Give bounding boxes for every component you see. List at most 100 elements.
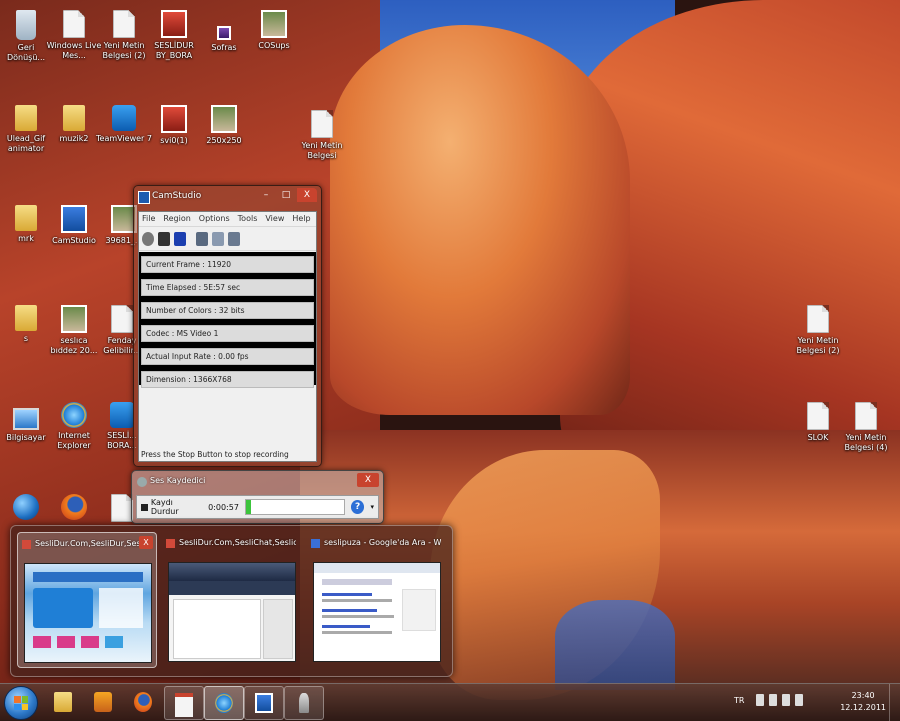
menu-tools[interactable]: Tools bbox=[238, 212, 258, 226]
taskbar-internet-explorer[interactable] bbox=[204, 686, 244, 720]
start-button[interactable] bbox=[4, 686, 38, 720]
taskbar-camstudio[interactable] bbox=[244, 686, 284, 720]
thumbnail-preview-image bbox=[24, 563, 152, 663]
shortcut-icon bbox=[161, 10, 187, 38]
menu-file[interactable]: File bbox=[142, 212, 155, 226]
desktop-icon-windows-live[interactable]: Windows Live Mes... bbox=[46, 10, 102, 61]
menu-region[interactable]: Region bbox=[163, 212, 190, 226]
desktop-icon-label: Windows Live Mes... bbox=[46, 41, 102, 60]
stat-colors: Number of Colors : 32 bits bbox=[141, 302, 314, 319]
minimize-button[interactable]: – bbox=[257, 188, 275, 202]
settings-icon[interactable] bbox=[228, 231, 240, 246]
close-button[interactable]: X bbox=[297, 188, 317, 202]
menu-view[interactable]: View bbox=[265, 212, 284, 226]
desktop-icon-label: TeamViewer 7 bbox=[96, 134, 152, 143]
desktop-icon-svi[interactable]: svi0(1) bbox=[146, 105, 202, 146]
teamviewer-icon bbox=[112, 105, 136, 131]
taskbar-explorer[interactable] bbox=[44, 686, 82, 718]
window-client: File Region Options Tools View Help Curr… bbox=[138, 211, 317, 462]
shortcut-icon bbox=[161, 105, 187, 133]
stop-button[interactable] bbox=[174, 231, 186, 246]
clock[interactable]: 23:40 12.12.2011 bbox=[840, 690, 886, 714]
desktop-icon-label: Yeni Metin Belgesi (4) bbox=[844, 433, 888, 452]
clock-time: 23:40 bbox=[851, 691, 875, 700]
action-center-icon[interactable] bbox=[769, 694, 777, 706]
desktop-icon-text-doc-2b[interactable]: Yeni Metin Belgesi (2) bbox=[790, 305, 846, 356]
photo-icon bbox=[61, 305, 87, 333]
document-icon bbox=[807, 305, 829, 333]
close-button[interactable]: X bbox=[357, 473, 379, 487]
network-icon[interactable] bbox=[782, 694, 790, 706]
taskbar: TR 23:40 12.12.2011 bbox=[0, 683, 900, 721]
desktop-icon-text-doc[interactable]: Yeni Metin Belgesi bbox=[294, 110, 350, 161]
desktop-icon-label: Bilgisayar bbox=[6, 433, 46, 442]
desktop-icon-label: Yeni Metin Belgesi bbox=[301, 141, 343, 160]
taskbar-media-player[interactable] bbox=[84, 686, 122, 718]
stat-dimension: Dimension : 1366X768 bbox=[141, 371, 314, 388]
desktop-icon-text-doc-4[interactable]: Yeni Metin Belgesi (4) bbox=[838, 402, 894, 453]
camstudio-window: CamStudio – □ X File Region Options Tool… bbox=[133, 185, 322, 467]
thumbnail-2[interactable]: SesliDur.Com,SesliChat,Seslio... bbox=[162, 532, 300, 666]
music-note-icon bbox=[217, 26, 231, 40]
windows-logo-icon bbox=[14, 696, 28, 710]
desktop-icon-label: SESLİDUR BY_BORA bbox=[154, 41, 194, 60]
desktop-icon-text-doc-2[interactable]: Yeni Metin Belgesi (2) bbox=[96, 10, 152, 61]
show-hidden-icons-icon[interactable] bbox=[756, 694, 764, 706]
folder-icon bbox=[15, 305, 37, 331]
pause-button[interactable] bbox=[158, 231, 170, 246]
region-icon[interactable] bbox=[196, 231, 208, 246]
language-indicator[interactable]: TR bbox=[734, 696, 744, 705]
menu-help[interactable]: Help bbox=[292, 212, 310, 226]
desktop-icon-label: Yeni Metin Belgesi (2) bbox=[796, 336, 840, 355]
sound-recorder-window: Ses Kaydedici X Kaydı Durdur 0:00:57 ? ▾ bbox=[131, 470, 384, 524]
system-tray: TR 23:40 12.12.2011 bbox=[730, 684, 900, 721]
document-icon bbox=[807, 402, 829, 430]
show-desktop-button[interactable] bbox=[889, 684, 900, 721]
help-button[interactable]: ? bbox=[350, 500, 365, 514]
camstudio-icon bbox=[255, 693, 273, 713]
annotation-icon[interactable] bbox=[212, 231, 224, 246]
thumbnail-preview-image bbox=[313, 562, 441, 662]
shortcut-icon bbox=[110, 402, 134, 428]
menu-options[interactable]: Options bbox=[199, 212, 230, 226]
desktop-icon-muzik2[interactable]: muzik2 bbox=[46, 105, 102, 144]
recycle-bin-icon bbox=[16, 10, 36, 40]
stat-time-elapsed: Time Elapsed : 5E:57 sec bbox=[141, 279, 314, 296]
document-icon bbox=[175, 693, 193, 717]
thumbnail-3[interactable]: seslipuza - Google'da Ara - Win... bbox=[307, 532, 445, 666]
taskbar-firefox[interactable] bbox=[124, 686, 162, 718]
taskbar-sound-recorder[interactable] bbox=[284, 686, 324, 720]
desktop-icon-label: Geri Dönüşü... bbox=[6, 43, 46, 62]
recording-stats: Current Frame : 11920 Time Elapsed : 5E:… bbox=[139, 252, 316, 388]
document-icon bbox=[855, 402, 877, 430]
toolbar bbox=[139, 227, 316, 251]
document-icon bbox=[311, 110, 333, 138]
taskbar-thumbnail-preview: SesliDur.Com,SesliDur,SesliC... X SesliD… bbox=[10, 525, 453, 677]
stop-recording-button[interactable]: Kaydı Durdur bbox=[141, 498, 202, 516]
folder-icon bbox=[63, 105, 85, 131]
desktop-icon-label: CamStudio bbox=[52, 236, 96, 245]
level-meter bbox=[244, 499, 345, 515]
chevron-down-icon[interactable]: ▾ bbox=[370, 503, 374, 511]
desktop-icon-sofras[interactable]: Sofras bbox=[196, 10, 252, 53]
window-title: Ses Kaydedici bbox=[150, 476, 206, 485]
tray-icons bbox=[756, 694, 803, 706]
taskbar-document[interactable] bbox=[164, 686, 204, 720]
window-titlebar[interactable]: CamStudio – □ X bbox=[134, 186, 321, 208]
desktop-icon-label: svi0(1) bbox=[160, 136, 188, 145]
desktop-icon-cosups[interactable]: COSups bbox=[246, 10, 302, 51]
stop-recording-label: Kaydı Durdur bbox=[150, 498, 179, 516]
level-meter-fill bbox=[245, 500, 251, 514]
camstudio-icon bbox=[138, 191, 150, 204]
internet-explorer-icon bbox=[215, 693, 233, 713]
thumbnail-preview-image bbox=[168, 562, 296, 662]
desktop-icon-250x250[interactable]: 250x250 bbox=[196, 105, 252, 146]
thumbnail-1[interactable]: SesliDur.Com,SesliDur,SesliC... X bbox=[17, 532, 157, 668]
desktop-icon-teamviewer[interactable]: TeamViewer 7 bbox=[96, 105, 152, 144]
record-button[interactable] bbox=[142, 231, 154, 246]
maximize-button[interactable]: □ bbox=[277, 188, 295, 202]
desktop-icon-seslidur[interactable]: SESLİDUR BY_BORA bbox=[146, 10, 202, 61]
volume-icon[interactable] bbox=[795, 694, 803, 706]
desktop-icon-camstudio[interactable]: CamStudio bbox=[46, 205, 102, 246]
close-button[interactable]: X bbox=[139, 536, 153, 549]
